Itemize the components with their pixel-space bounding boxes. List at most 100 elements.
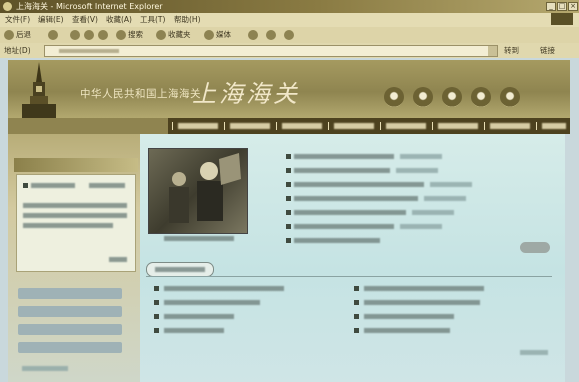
- news-item[interactable]: [294, 196, 418, 201]
- news-item[interactable]: [294, 168, 390, 173]
- address-input[interactable]: [44, 45, 498, 57]
- nav-item[interactable]: [490, 123, 530, 129]
- news-photo-image: [169, 153, 241, 223]
- news-item[interactable]: [294, 182, 424, 187]
- news-item[interactable]: [294, 224, 394, 229]
- bullet-icon: [286, 182, 291, 187]
- bullet-icon: [154, 300, 159, 305]
- nav-item[interactable]: [282, 123, 322, 129]
- nav-separator: [328, 122, 329, 130]
- nav-separator: [536, 122, 537, 130]
- back-icon[interactable]: [4, 30, 14, 40]
- banner-title: 中华人民共和国上海海关: [80, 88, 201, 100]
- address-label: 地址(D): [4, 46, 31, 55]
- search-icon[interactable]: [116, 30, 126, 40]
- stop-icon[interactable]: [70, 30, 80, 40]
- media-icon[interactable]: [204, 30, 214, 40]
- more-button[interactable]: [520, 242, 550, 253]
- title-bar: 上海海关 - Microsoft Internet Explorer _ □ ×: [0, 0, 579, 13]
- menu-file[interactable]: 文件(F): [5, 13, 30, 27]
- bullet-icon: [286, 196, 291, 201]
- back-button[interactable]: 后退: [16, 27, 31, 43]
- nav-separator: [484, 122, 485, 130]
- news-item[interactable]: [294, 154, 394, 159]
- mail-icon[interactable]: [266, 30, 276, 40]
- nav-separator: [172, 122, 173, 130]
- chevron-down-icon[interactable]: [488, 46, 497, 56]
- news-date: [400, 224, 442, 229]
- nav-item[interactable]: [386, 123, 426, 129]
- go-button[interactable]: 转到: [504, 43, 519, 58]
- news-date: [396, 168, 438, 173]
- bullet-icon: [286, 154, 291, 159]
- bullet-icon: [354, 314, 359, 319]
- section-tab: [146, 262, 214, 277]
- nav-item[interactable]: [230, 123, 270, 129]
- banner-calligraphy: 上海海关: [192, 80, 300, 108]
- toolbar: 后退 搜索 收藏夹 媒体: [0, 27, 579, 43]
- notice-header: [14, 158, 138, 172]
- sidebar-item[interactable]: [18, 288, 122, 299]
- news-date: [430, 182, 472, 187]
- bullet-icon: [154, 286, 159, 291]
- news-item[interactable]: [294, 210, 406, 215]
- menu-help[interactable]: 帮助(H): [174, 13, 201, 27]
- notice-title[interactable]: [31, 183, 75, 188]
- list-item[interactable]: [164, 300, 260, 305]
- notice-more-link[interactable]: [109, 257, 127, 262]
- minimize-button[interactable]: _: [546, 2, 556, 11]
- round-nav-button[interactable]: [471, 87, 491, 107]
- nav-item[interactable]: [438, 123, 478, 129]
- list-item[interactable]: [164, 314, 234, 319]
- refresh-icon[interactable]: [84, 30, 94, 40]
- round-nav-button[interactable]: [442, 87, 462, 107]
- bullet-icon: [154, 314, 159, 319]
- menu-favorites[interactable]: 收藏(A): [106, 13, 132, 27]
- news-date: [424, 196, 466, 201]
- news-date: [400, 154, 442, 159]
- close-button[interactable]: ×: [568, 2, 578, 11]
- news-item[interactable]: [294, 238, 380, 243]
- forward-icon[interactable]: [48, 30, 58, 40]
- news-photo[interactable]: [148, 148, 248, 234]
- round-nav-button[interactable]: [500, 87, 520, 107]
- list-item[interactable]: [164, 328, 224, 333]
- left-sidebar: [8, 134, 140, 382]
- sidebar-footer-text: [22, 366, 68, 371]
- list-item[interactable]: [364, 286, 484, 291]
- nav-bar: [8, 118, 570, 134]
- list-item[interactable]: [364, 300, 480, 305]
- menu-bar: 文件(F) 编辑(E) 查看(V) 收藏(A) 工具(T) 帮助(H): [0, 13, 579, 27]
- nav-item[interactable]: [334, 123, 374, 129]
- nav-item[interactable]: [178, 123, 218, 129]
- list-item[interactable]: [164, 286, 284, 291]
- round-nav-button[interactable]: [384, 87, 404, 107]
- notice-text-line: [23, 203, 127, 208]
- nav-separator: [224, 122, 225, 130]
- favorites-button[interactable]: 收藏夹: [168, 27, 191, 43]
- menu-view[interactable]: 查看(V): [72, 13, 98, 27]
- sidebar-item[interactable]: [18, 306, 122, 317]
- history-icon[interactable]: [248, 30, 258, 40]
- nav-separator: [276, 122, 277, 130]
- nav-item[interactable]: [542, 123, 566, 129]
- menu-tools[interactable]: 工具(T): [140, 13, 165, 27]
- links-button[interactable]: 链接: [540, 43, 555, 58]
- round-nav-button[interactable]: [413, 87, 433, 107]
- home-icon[interactable]: [98, 30, 108, 40]
- media-button[interactable]: 媒体: [216, 27, 231, 43]
- maximize-button[interactable]: □: [557, 2, 567, 11]
- favorites-icon[interactable]: [156, 30, 166, 40]
- bullet-icon: [286, 224, 291, 229]
- list-item[interactable]: [364, 314, 454, 319]
- list-item[interactable]: [364, 328, 450, 333]
- bullet-icon: [23, 183, 28, 188]
- print-icon[interactable]: [284, 30, 294, 40]
- menu-edit[interactable]: 编辑(E): [38, 13, 64, 27]
- sidebar-item[interactable]: [18, 324, 122, 335]
- nav-menu: [168, 118, 570, 134]
- search-button[interactable]: 搜索: [128, 27, 143, 43]
- section-divider: [146, 276, 552, 277]
- bullet-icon: [354, 328, 359, 333]
- sidebar-item[interactable]: [18, 342, 122, 353]
